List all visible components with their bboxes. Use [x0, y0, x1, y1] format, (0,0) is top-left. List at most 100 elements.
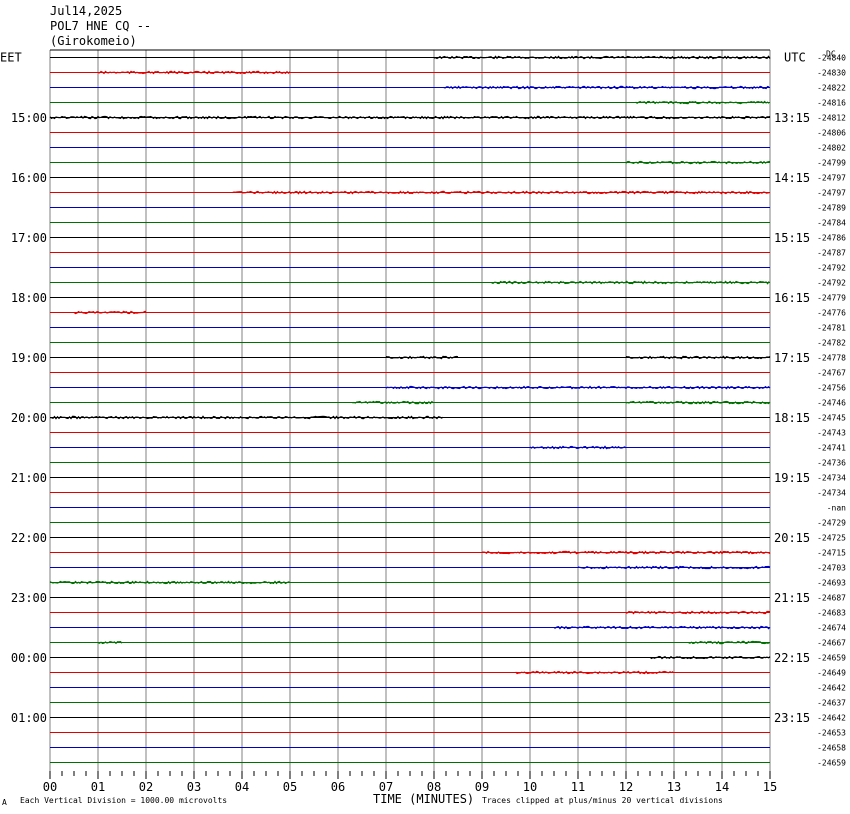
traces — [49, 55, 771, 763]
left-time-label: 18:00 — [11, 291, 47, 305]
dc-offset-label: -24715 — [817, 549, 846, 558]
dc-offset-label: -24741 — [817, 444, 846, 453]
x-tick-label: 03 — [187, 780, 201, 794]
right-time-label: 13:15 — [774, 111, 810, 125]
left-time-label: 16:00 — [11, 171, 47, 185]
right-time-label: 18:15 — [774, 411, 810, 425]
dc-offset-label: -24781 — [817, 324, 846, 333]
right-time-label: 19:15 — [774, 471, 810, 485]
seismogram-plot: 00 01 02 03 04 05 06 07 08 09 10 11 12 13 14 15 15:0016… — [0, 49, 846, 794]
left-axis-label: EET — [0, 51, 22, 65]
clip-note: Traces clipped at plus/minus 20 vertical… — [482, 796, 723, 805]
dc-offset-label: -24734 — [817, 489, 846, 498]
dc-offset-label: -24816 — [817, 99, 846, 108]
left-time-label: 21:00 — [11, 471, 47, 485]
dc-offset-label: -24779 — [817, 294, 846, 303]
dc-offset-label: -24745 — [817, 414, 846, 423]
dc-offset-label: -24787 — [817, 249, 846, 258]
dc-offset-label: -24667 — [817, 639, 846, 648]
dc-offset-label: -24767 — [817, 369, 846, 378]
dc-offset-label: -24642 — [817, 714, 846, 723]
dc-offset-label: -24746 — [817, 399, 846, 408]
right-time-label: 15:15 — [774, 231, 810, 245]
dc-offset-label: -24687 — [817, 594, 846, 603]
left-time-label: 20:00 — [11, 411, 47, 425]
dc-offset-label: -24658 — [817, 744, 846, 753]
dc-offset-label: -24659 — [817, 759, 846, 768]
x-tick-label: 02 — [139, 780, 153, 794]
dc-offset-label: -24743 — [817, 429, 846, 438]
dc-offset-label: -24789 — [817, 204, 846, 213]
left-time-label: 00:00 — [11, 651, 47, 665]
dc-offset-label: -24659 — [817, 654, 846, 663]
x-tick-label: 09 — [475, 780, 489, 794]
dc-offset-label: -24784 — [817, 219, 846, 228]
trace-activity — [73, 310, 147, 315]
dc-offset-label: -24786 — [817, 234, 846, 243]
dc-offset-label: -24703 — [817, 564, 846, 573]
left-time-label: 01:00 — [11, 711, 47, 725]
x-tick-label: 05 — [283, 780, 297, 794]
x-tick-label: 13 — [667, 780, 681, 794]
dc-offset-label: -24802 — [817, 144, 846, 153]
right-time-label: 22:15 — [774, 651, 810, 665]
trace-activity — [635, 100, 770, 105]
dc-offset-label: -24736 — [817, 459, 846, 468]
x-tick-label: 14 — [715, 780, 729, 794]
right-time-label: 20:15 — [774, 531, 810, 545]
trace-activity — [443, 85, 770, 90]
dc-offset-label: -24792 — [817, 264, 846, 273]
left-time-label: 15:00 — [11, 111, 47, 125]
dc-offset-label: -24642 — [817, 684, 846, 693]
left-time-label: 19:00 — [11, 351, 47, 365]
x-axis-title: TIME (MINUTES) — [373, 792, 475, 806]
dc-offset-label: -24806 — [817, 129, 846, 138]
dc-offset-label: -24649 — [817, 669, 846, 678]
dc-offset-label: -nan — [827, 504, 846, 513]
trace-activity — [625, 355, 771, 360]
dc-offset-label: -24792 — [817, 279, 846, 288]
x-tick-label: 12 — [619, 780, 633, 794]
x-ticks: 00 01 02 03 04 05 06 07 08 09 10 11 12 13 14 15 — [43, 771, 777, 794]
dc-offset-label: -24840 — [817, 54, 846, 63]
dc-offset-label: -24729 — [817, 519, 846, 528]
dc-offset-label: -24778 — [817, 354, 846, 363]
left-time-label: 23:00 — [11, 591, 47, 605]
dc-offset-label: -24830 — [817, 69, 846, 78]
left-time-label: 22:00 — [11, 531, 47, 545]
dc-offset-label: -24725 — [817, 534, 846, 543]
dc-offset-label: -24734 — [817, 474, 846, 483]
right-time-label: 23:15 — [774, 711, 810, 725]
right-time-label: 17:15 — [774, 351, 810, 365]
trace-activity — [515, 670, 674, 675]
trace-activity — [385, 355, 459, 360]
x-tick-label: 06 — [331, 780, 345, 794]
axis-labels: 15:00 16:00 17:00 18:00 19:00 20:00 21:00 22:00… — [0, 50, 846, 768]
dc-offset-label: -24812 — [817, 114, 846, 123]
right-time-label: 14:15 — [774, 171, 810, 185]
trace-activity — [352, 400, 434, 405]
x-tick-label: 10 — [523, 780, 537, 794]
scale-note: Each Vertical Division = 1000.00 microvo… — [20, 796, 228, 805]
dc-offset-label: -24797 — [817, 174, 846, 183]
x-tick-label: 01 — [91, 780, 105, 794]
x-tick-label: 11 — [571, 780, 585, 794]
x-tick-label: 00 — [43, 780, 57, 794]
dc-offset-label: -24637 — [817, 699, 846, 708]
dc-offset-label: -24756 — [817, 384, 846, 393]
dc-offset-label: -24782 — [817, 339, 846, 348]
left-time-label: 17:00 — [11, 231, 47, 245]
dc-offset-label: -24797 — [817, 189, 846, 198]
x-tick-label: 04 — [235, 780, 249, 794]
dc-offset-label: -24674 — [817, 624, 846, 633]
dc-offset-label: -24653 — [817, 729, 846, 738]
corner-mark: A — [2, 798, 7, 807]
dc-offset-label: -24822 — [817, 84, 846, 93]
dc-offset-label: -24683 — [817, 609, 846, 618]
dc-offset-label: -24776 — [817, 309, 846, 318]
grid — [49, 49, 771, 771]
trace-activity — [625, 400, 771, 405]
dc-offset-label: -24799 — [817, 159, 846, 168]
x-tick-label: 15 — [763, 780, 777, 794]
dc-offset-label: -24693 — [817, 579, 846, 588]
